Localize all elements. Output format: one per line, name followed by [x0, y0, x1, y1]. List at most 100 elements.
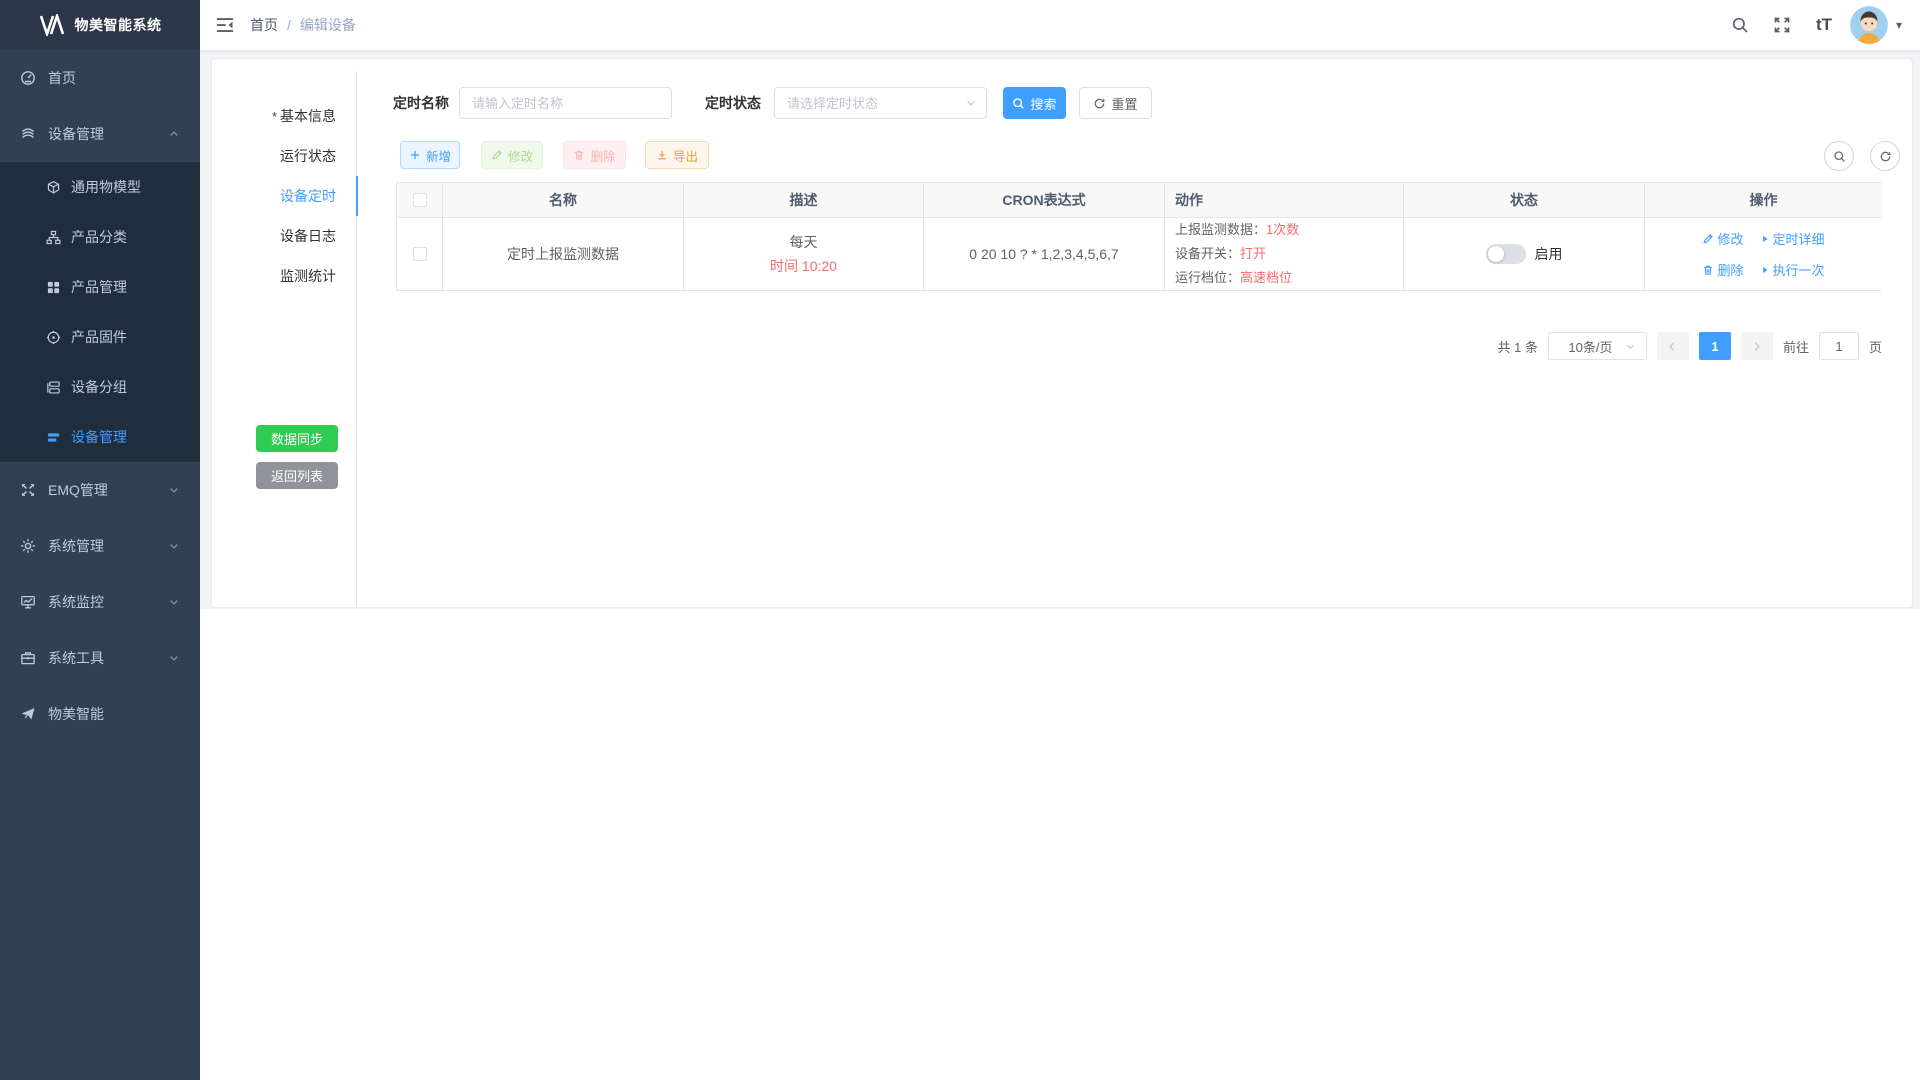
device-group-icon — [46, 380, 61, 395]
sidebar-item-emq[interactable]: EMQ管理 — [0, 462, 200, 518]
header-description: 描述 — [683, 183, 923, 218]
header-cron: CRON表达式 — [923, 183, 1164, 218]
goto-label: 前往 — [1783, 337, 1809, 356]
select-all-checkbox[interactable] — [413, 193, 427, 207]
search-button[interactable]: 搜索 — [1003, 87, 1066, 119]
op-timer-detail-link[interactable]: 定时详细 — [1760, 229, 1825, 248]
topbar: 首页 / 编辑设备 tT ▾ — [200, 0, 1920, 50]
breadcrumb-home[interactable]: 首页 — [250, 15, 278, 35]
export-button[interactable]: 导出 — [645, 141, 709, 169]
chevron-down-icon — [1625, 341, 1636, 352]
pagination: 共 1 条 10条/页 1 前往 页 — [396, 332, 1882, 360]
device-management-icon — [20, 126, 36, 142]
edit-button[interactable]: 修改 — [481, 141, 543, 169]
timer-status-label: 定时状态 — [705, 87, 761, 119]
status-toggle[interactable] — [1486, 244, 1526, 264]
total-count: 共 1 条 — [1498, 337, 1538, 356]
app-title: 物美智能系统 — [75, 15, 162, 35]
header-name: 名称 — [442, 183, 683, 218]
sidebar-item-label: 通用物模型 — [71, 177, 180, 197]
op-edit-link[interactable]: 修改 — [1702, 229, 1743, 248]
sidebar-item-device-list[interactable]: 设备管理 — [0, 412, 200, 462]
sidebar-item-label: 产品分类 — [71, 227, 180, 247]
table-row: 定时上报监测数据 每天 时间 10:20 0 20 10 ? * 1,2,3,4… — [397, 218, 1881, 291]
action-line: 上报监测数据：1次数 — [1175, 218, 1299, 242]
prev-page-button[interactable] — [1657, 332, 1689, 360]
avatar[interactable] — [1850, 6, 1888, 44]
product-management-icon — [46, 280, 61, 295]
toggle-search-icon[interactable] — [1824, 141, 1854, 171]
chevron-up-icon — [168, 128, 180, 140]
logo-icon — [39, 14, 65, 36]
emq-icon — [20, 482, 36, 498]
sidebar-item-label: 设备分组 — [71, 377, 180, 397]
page-unit-label: 页 — [1869, 337, 1882, 356]
row-description: 每天 时间 10:20 — [683, 218, 923, 291]
add-button[interactable]: 新增 — [400, 141, 460, 169]
caret-down-icon[interactable]: ▾ — [1896, 18, 1902, 32]
row-name: 定时上报监测数据 — [442, 218, 683, 291]
device-list-icon — [46, 430, 61, 445]
status-label: 启用 — [1535, 244, 1563, 264]
row-cron: 0 20 10 ? * 1,2,3,4,5,6,7 — [923, 218, 1164, 291]
tab-device-log[interactable]: 设备日志 — [212, 216, 356, 256]
goto-page-input[interactable] — [1819, 332, 1859, 360]
sidebar-item-product-management[interactable]: 产品管理 — [0, 262, 200, 312]
sidebar-item-wumei-smart[interactable]: 物美智能 — [0, 686, 200, 742]
back-to-list-button[interactable]: 返回列表 — [256, 462, 338, 489]
sidebar-item-label: 系统工具 — [48, 648, 168, 668]
data-sync-button[interactable]: 数据同步 — [256, 425, 338, 452]
refresh-icon[interactable] — [1870, 141, 1900, 171]
device-edit-card: *基本信息 运行状态 设备定时 设备日志 监测统计 数据同步 返回列表 定时名称… — [211, 58, 1913, 608]
desc-time: 时间 10:20 — [770, 254, 837, 278]
chevron-down-icon — [168, 484, 180, 496]
product-firmware-icon — [46, 330, 61, 345]
timer-name-input[interactable] — [459, 87, 672, 119]
chevron-down-icon — [168, 652, 180, 664]
page-size-select[interactable]: 10条/页 — [1548, 332, 1647, 360]
row-status-cell: 启用 — [1403, 218, 1644, 291]
timer-name-label: 定时名称 — [393, 87, 449, 119]
next-page-button[interactable] — [1741, 332, 1773, 360]
dashboard-icon — [20, 70, 36, 86]
font-size-icon[interactable]: tT — [1808, 0, 1840, 50]
sidebar-item-system-management[interactable]: 系统管理 — [0, 518, 200, 574]
fullscreen-icon[interactable] — [1766, 0, 1798, 50]
sidebar: 物美智能系统 首页 设备管理 通用物模型 产品分类 产品管理 产品固件 — [0, 0, 200, 1080]
desc-frequency: 每天 — [790, 230, 818, 254]
op-delete-link[interactable]: 删除 — [1702, 260, 1743, 279]
header-status: 状态 — [1403, 183, 1644, 218]
sidebar-item-device-management[interactable]: 设备管理 — [0, 106, 200, 162]
sidebar-item-product-category[interactable]: 产品分类 — [0, 212, 200, 262]
tab-monitor-stats[interactable]: 监测统计 — [212, 256, 356, 296]
tab-basic-info[interactable]: *基本信息 — [212, 96, 356, 136]
row-select-cell — [397, 218, 442, 291]
sidebar-item-device-group[interactable]: 设备分组 — [0, 362, 200, 412]
tab-running-status[interactable]: 运行状态 — [212, 136, 356, 176]
toolbox-icon — [20, 650, 36, 666]
timer-status-select[interactable] — [774, 87, 987, 119]
sidebar-item-system-monitor[interactable]: 系统监控 — [0, 574, 200, 630]
sidebar-collapse-icon[interactable] — [200, 15, 250, 35]
required-mark: * — [272, 109, 277, 124]
sidebar-item-thing-model[interactable]: 通用物模型 — [0, 162, 200, 212]
sidebar-item-label: 系统监控 — [48, 592, 168, 612]
page-number-1[interactable]: 1 — [1699, 332, 1731, 360]
sidebar-item-label: EMQ管理 — [48, 480, 168, 500]
sidebar-item-system-tools[interactable]: 系统工具 — [0, 630, 200, 686]
monitor-icon — [20, 594, 36, 610]
reset-button[interactable]: 重置 — [1079, 87, 1152, 119]
action-line: 运行档位：高速档位 — [1175, 266, 1292, 290]
header-select-all — [397, 183, 442, 218]
op-run-once-link[interactable]: 执行一次 — [1760, 260, 1825, 279]
sidebar-item-product-firmware[interactable]: 产品固件 — [0, 312, 200, 362]
delete-button[interactable]: 删除 — [563, 141, 626, 169]
row-checkbox[interactable] — [413, 247, 427, 261]
sidebar-item-label: 设备管理 — [48, 124, 168, 144]
breadcrumb-current: 编辑设备 — [300, 15, 356, 35]
search-icon[interactable] — [1724, 0, 1756, 50]
app-logo[interactable]: 物美智能系统 — [0, 0, 200, 50]
sidebar-item-home[interactable]: 首页 — [0, 50, 200, 106]
tab-device-timer[interactable]: 设备定时 — [212, 176, 356, 216]
header-actions: 动作 — [1164, 183, 1403, 218]
